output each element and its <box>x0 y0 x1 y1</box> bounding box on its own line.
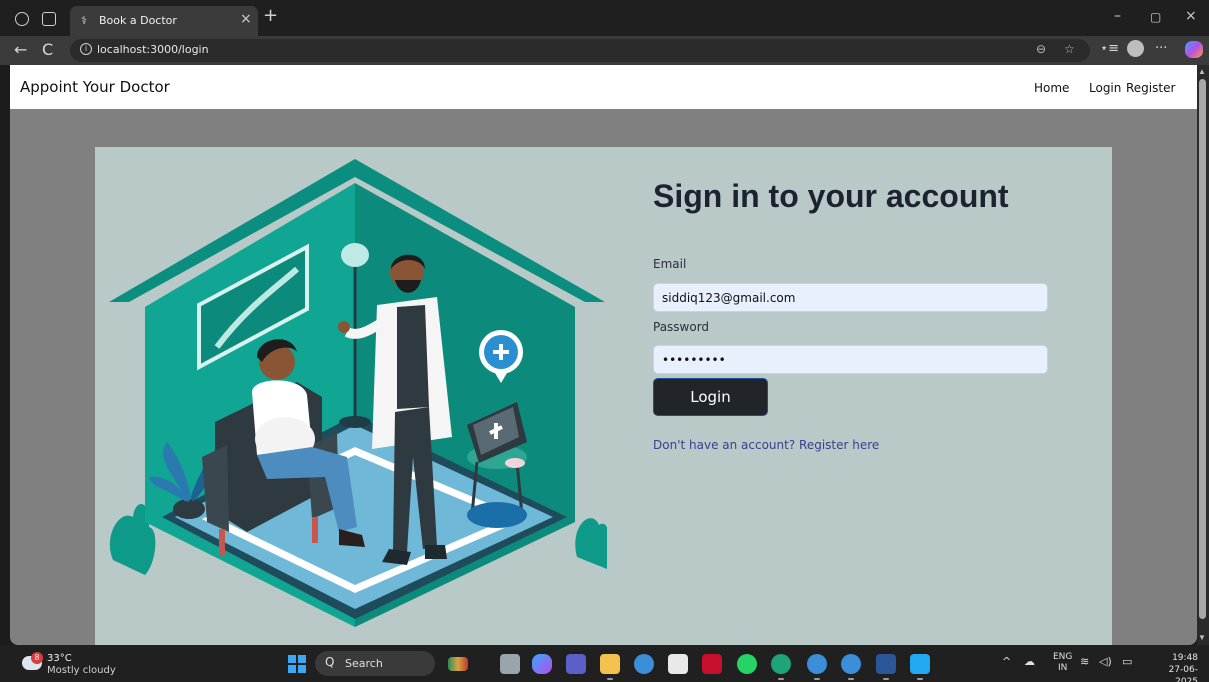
more-icon[interactable]: ··· <box>1155 41 1167 56</box>
app-navbar: Appoint Your Doctor Home Login Register <box>10 65 1197 109</box>
weather-widget[interactable]: 8 33°C Mostly cloudy <box>22 652 122 677</box>
running-indicator <box>883 678 889 680</box>
profile-icon[interactable] <box>1127 40 1144 57</box>
password-label: Password <box>653 320 710 334</box>
tab-book-a-doctor[interactable]: ⚕ Book a Doctor × <box>70 6 258 36</box>
close-window-button[interactable]: × <box>1185 8 1197 24</box>
widgets-icon[interactable] <box>448 657 468 671</box>
weather-badge: 8 <box>31 652 43 664</box>
chrome-icon[interactable] <box>634 654 654 674</box>
url-field[interactable]: i localhost:3000/login ⊖ ☆ <box>70 39 1090 62</box>
running-indicator <box>607 678 613 680</box>
collections-icon[interactable]: ⋆≡ <box>1100 41 1119 56</box>
copilot-icon[interactable] <box>1185 41 1203 58</box>
email-field[interactable] <box>653 283 1048 312</box>
task-view-icon[interactable] <box>500 654 520 674</box>
vscode-icon[interactable] <box>910 654 930 674</box>
login-button[interactable]: Login <box>653 378 768 416</box>
nav-home-link[interactable]: Home <box>1034 81 1069 95</box>
mcafee-icon[interactable] <box>702 654 722 674</box>
page-title: Sign in to your account <box>653 178 1009 214</box>
tab-close-icon[interactable]: × <box>240 11 252 27</box>
language-line1: ENG <box>1053 652 1073 662</box>
search-icon: Q <box>325 655 335 669</box>
running-indicator <box>917 678 923 680</box>
tab-favicon-icon: ⚕ <box>81 15 87 27</box>
tray-overflow-icon[interactable]: ^ <box>1002 655 1011 668</box>
doctor-visit-illustration <box>109 159 607 627</box>
scroll-down-icon[interactable]: ▼ <box>1198 633 1206 642</box>
site-info-icon[interactable]: i <box>80 43 92 55</box>
copilot-icon[interactable] <box>532 654 552 674</box>
chrome-profile-icon[interactable] <box>807 654 827 674</box>
password-field[interactable] <box>653 345 1048 374</box>
wifi-icon[interactable]: ≋ <box>1080 655 1089 668</box>
weather-temp: 33°C <box>47 653 72 664</box>
register-link[interactable]: Don't have an account? Register here <box>653 438 879 452</box>
running-indicator <box>778 678 784 680</box>
language-indicator[interactable]: ENG IN <box>1053 652 1072 674</box>
back-button[interactable]: ← <box>14 40 27 59</box>
workspaces-icon[interactable] <box>15 12 29 26</box>
teams-icon[interactable] <box>566 654 586 674</box>
new-tab-button[interactable]: + <box>263 5 278 26</box>
tab-actions-icon[interactable] <box>42 12 56 26</box>
whatsapp-icon[interactable] <box>737 654 757 674</box>
battery-icon[interactable]: ▭ <box>1122 655 1132 668</box>
browser-tab-strip: ⚕ Book a Doctor × + – ▢ × <box>0 0 1209 36</box>
onedrive-icon[interactable]: ☁ <box>1024 655 1035 668</box>
minimize-button[interactable]: – <box>1114 8 1121 24</box>
windows-taskbar: 8 33°C Mostly cloudy Q Search ^ ☁ ENG IN… <box>0 645 1209 682</box>
login-card: Sign in to your account Email Password L… <box>95 147 1112 645</box>
email-label: Email <box>653 257 687 271</box>
word-icon[interactable] <box>876 654 896 674</box>
chrome-profile2-icon[interactable] <box>841 654 861 674</box>
file-explorer-icon[interactable] <box>600 654 620 674</box>
clock-date: 27-06-2025 <box>1168 665 1198 682</box>
weather-condition: Mostly cloudy <box>47 665 116 676</box>
favorite-star-icon[interactable]: ☆ <box>1064 42 1075 56</box>
language-line2: IN <box>1058 663 1068 673</box>
page-viewport: Appoint Your Doctor Home Login Register <box>10 65 1197 645</box>
taskbar-search[interactable]: Q Search <box>315 651 435 676</box>
url-text[interactable]: localhost:3000/login <box>97 43 209 56</box>
refresh-button[interactable]: C <box>42 40 53 59</box>
brand-title[interactable]: Appoint Your Doctor <box>20 78 170 96</box>
running-indicator <box>814 678 820 680</box>
scroll-up-icon[interactable]: ▲ <box>1198 67 1206 76</box>
scrollbar-thumb[interactable] <box>1199 79 1206 619</box>
nav-login-link[interactable]: Login <box>1089 81 1121 95</box>
system-clock[interactable]: 19:48 27-06-2025 <box>1146 652 1198 682</box>
clock-time: 19:48 <box>1172 653 1198 663</box>
store-icon[interactable] <box>668 654 688 674</box>
tab-title: Book a Doctor <box>99 14 177 27</box>
nav-register-link[interactable]: Register <box>1126 81 1175 95</box>
restore-button[interactable]: ▢ <box>1150 10 1161 24</box>
reader-icon[interactable]: ⊖ <box>1036 42 1046 56</box>
edge-icon[interactable] <box>771 654 791 674</box>
search-label: Search <box>345 657 383 670</box>
address-bar-row: ← C i localhost:3000/login ⊖ ☆ ⋆≡ ··· <box>0 36 1209 65</box>
page-scrollbar[interactable]: ▲ ▼ <box>1197 65 1209 645</box>
start-button[interactable] <box>288 655 306 673</box>
running-indicator <box>848 678 854 680</box>
volume-icon[interactable]: ◁) <box>1099 655 1112 668</box>
screen: ⚕ Book a Doctor × + – ▢ × ← C i localhos… <box>0 0 1209 682</box>
